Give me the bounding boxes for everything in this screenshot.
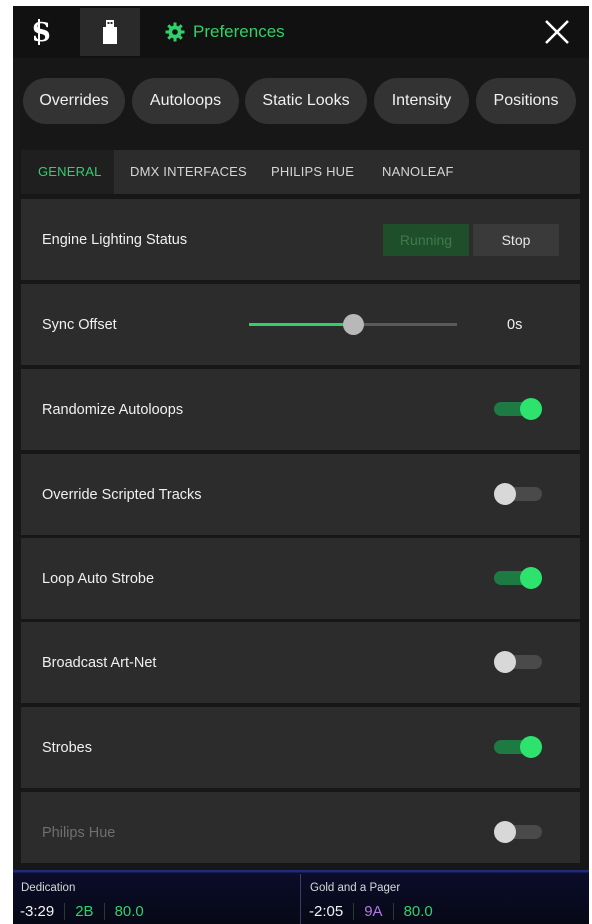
tab-general[interactable]: GENERAL bbox=[38, 164, 102, 179]
toggle-knob bbox=[520, 736, 542, 758]
deck-1: Dedication -3:29 2B 80.0 bbox=[13, 870, 300, 924]
setting-loop-auto-strobe: Loop Auto Strobe bbox=[21, 538, 580, 619]
tab-philips-hue[interactable]: PHILIPS HUE bbox=[271, 164, 354, 179]
slider-fill bbox=[249, 323, 353, 326]
page-title: Preferences bbox=[193, 22, 285, 41]
gear-icon bbox=[165, 22, 185, 42]
setting-label: Sync Offset bbox=[42, 317, 117, 333]
setting-label: Loop Auto Strobe bbox=[42, 571, 155, 587]
toggle-knob bbox=[494, 483, 516, 505]
toggle-knob bbox=[520, 398, 542, 420]
tab-nanoleaf[interactable]: NANOLEAF bbox=[382, 164, 454, 179]
setting-randomize-autoloops: Randomize Autoloops bbox=[21, 369, 580, 450]
autoloops-button[interactable]: Autoloops bbox=[132, 78, 239, 124]
intensity-button[interactable]: Intensity bbox=[374, 78, 469, 124]
deck-bpm: 80.0 bbox=[403, 903, 433, 920]
setting-label: Engine Lighting Status bbox=[42, 232, 188, 248]
setting-engine-lighting-status: Engine Lighting Status Running Stop bbox=[21, 199, 580, 280]
randomize-autoloops-toggle[interactable] bbox=[494, 398, 542, 420]
settings-tabs: GENERAL DMX INTERFACES PHILIPS HUE NANOL… bbox=[21, 150, 580, 194]
preferences-tab[interactable]: Preferences bbox=[165, 20, 285, 44]
setting-strobes: Strobes bbox=[21, 707, 580, 788]
deck-key: 9A bbox=[354, 903, 394, 920]
deck-track-title: Gold and a Pager bbox=[310, 882, 401, 894]
sync-offset-slider[interactable] bbox=[249, 314, 457, 335]
top-bar: S Preferences bbox=[13, 6, 589, 58]
close-icon[interactable] bbox=[543, 18, 571, 46]
usb-drive-icon bbox=[103, 20, 117, 44]
loop-auto-strobe-toggle[interactable] bbox=[494, 567, 542, 589]
setting-override-scripted-tracks: Override Scripted Tracks bbox=[21, 454, 580, 535]
overrides-button[interactable]: Overrides bbox=[23, 78, 125, 124]
deck-key: 2B bbox=[65, 903, 105, 920]
broadcast-art-net-toggle[interactable] bbox=[494, 651, 542, 673]
preferences-window: S Preferences Overrides Autoloops Static… bbox=[13, 6, 589, 924]
deck-status-bar: Dedication -3:29 2B 80.0 Gold and a Page… bbox=[13, 870, 589, 924]
deck-track-title: Dedication bbox=[21, 882, 76, 894]
sync-offset-value: 0s bbox=[507, 317, 523, 333]
svg-text:S: S bbox=[32, 18, 51, 48]
deck-2: Gold and a Pager -2:05 9A 80.0 bbox=[302, 870, 589, 924]
toggle-knob bbox=[520, 567, 542, 589]
tab-dmx-interfaces[interactable]: DMX INTERFACES bbox=[130, 164, 247, 179]
static-looks-button[interactable]: Static Looks bbox=[245, 78, 367, 124]
deck-bpm: 80.0 bbox=[114, 903, 144, 920]
setting-label: Randomize Autoloops bbox=[42, 402, 184, 418]
setting-broadcast-art-net: Broadcast Art-Net bbox=[21, 622, 580, 703]
setting-label: Override Scripted Tracks bbox=[42, 487, 202, 503]
toggle-knob bbox=[494, 821, 516, 843]
positions-button[interactable]: Positions bbox=[476, 78, 576, 124]
setting-label: Strobes bbox=[42, 740, 92, 756]
deck-divider bbox=[300, 874, 301, 924]
setting-sync-offset: Sync Offset 0s bbox=[21, 284, 580, 365]
soundswitch-logo-icon[interactable]: S bbox=[29, 16, 61, 48]
setting-label: Philips Hue bbox=[42, 825, 116, 841]
slider-thumb[interactable] bbox=[343, 314, 364, 335]
deck-stats: -2:05 9A 80.0 bbox=[309, 903, 443, 920]
usb-tab[interactable] bbox=[80, 8, 140, 56]
deck-time-remaining: -2:05 bbox=[309, 903, 355, 920]
setting-philips-hue: Philips Hue bbox=[21, 792, 580, 863]
deck-time-remaining: -3:29 bbox=[20, 903, 66, 920]
strobes-toggle[interactable] bbox=[494, 736, 542, 758]
deck-stats: -3:29 2B 80.0 bbox=[20, 903, 154, 920]
philips-hue-toggle[interactable] bbox=[494, 821, 542, 843]
running-button[interactable]: Running bbox=[383, 224, 469, 256]
stop-button[interactable]: Stop bbox=[473, 224, 559, 256]
toggle-knob bbox=[494, 651, 516, 673]
override-scripted-tracks-toggle[interactable] bbox=[494, 483, 542, 505]
setting-label: Broadcast Art-Net bbox=[42, 655, 157, 671]
